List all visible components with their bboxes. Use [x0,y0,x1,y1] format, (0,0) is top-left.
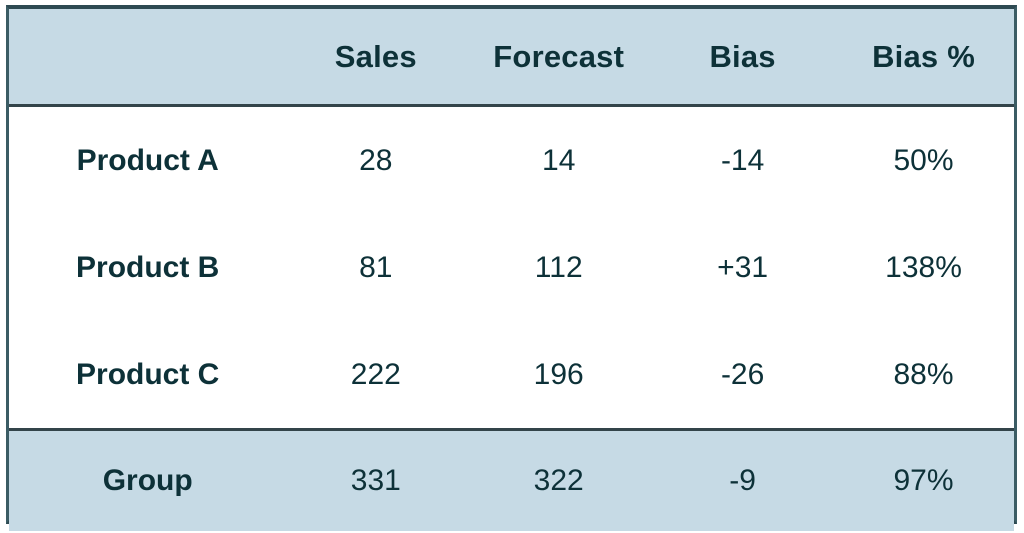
cell-product-b-sales: 81 [286,214,466,321]
metrics-table: Sales Forecast Bias Bias % Product A 28 … [9,9,1014,531]
cell-product-a-bias-pct: 50% [833,105,1014,214]
table-row-total: Group 331 322 -9 97% [9,428,1014,531]
table-body: Product A 28 14 -14 50% Product B 81 112… [9,105,1014,430]
table-page: Sales Forecast Bias Bias % Product A 28 … [0,0,1024,533]
cell-product-c-bias: -26 [652,321,834,430]
header-row: Sales Forecast Bias Bias % [9,9,1014,107]
cell-group-forecast: 322 [465,428,653,531]
cell-product-b-bias-pct: 138% [833,214,1014,321]
cell-product-a-bias: -14 [652,105,834,214]
cell-group-sales: 331 [286,428,466,531]
cell-product-c-forecast: 196 [465,321,653,430]
column-header-bias: Bias [652,9,834,107]
cell-product-c-bias-pct: 88% [833,321,1014,430]
row-label-product-a: Product A [9,105,287,214]
column-header-label [9,9,287,107]
table-row: Product A 28 14 -14 50% [9,105,1014,214]
cell-product-a-forecast: 14 [465,105,653,214]
table-header: Sales Forecast Bias Bias % [9,9,1014,107]
cell-product-b-forecast: 112 [465,214,653,321]
row-label-group: Group [9,428,287,531]
table-row: Product C 222 196 -26 88% [9,321,1014,430]
cell-product-b-bias: +31 [652,214,834,321]
metrics-table-container: Sales Forecast Bias Bias % Product A 28 … [6,5,1017,531]
row-label-product-c: Product C [9,321,287,430]
column-header-bias-pct: Bias % [833,9,1014,107]
column-header-forecast: Forecast [465,9,653,107]
cell-product-a-sales: 28 [286,105,466,214]
cell-group-bias: -9 [652,428,834,531]
cell-product-c-sales: 222 [286,321,466,430]
table-row: Product B 81 112 +31 138% [9,214,1014,321]
cell-group-bias-pct: 97% [833,428,1014,531]
column-header-sales: Sales [286,9,466,107]
row-label-product-b: Product B [9,214,287,321]
table-footer-total: Group 331 322 -9 97% [9,428,1014,531]
